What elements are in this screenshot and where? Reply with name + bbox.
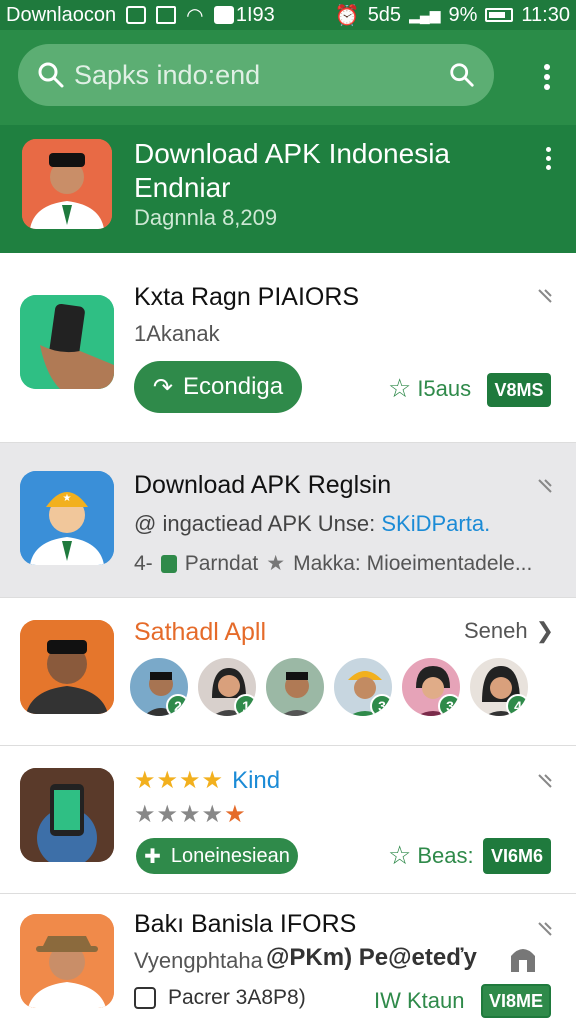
avatar-badge: 1 [234, 694, 256, 716]
star-outline-icon: ☆ [388, 840, 412, 870]
avatar[interactable]: 3 [332, 656, 394, 718]
rating-1: ☆ I5aus [388, 373, 471, 404]
avatar-row: 2 1 3 3 4 [128, 656, 530, 718]
avatar[interactable]: 1 [196, 656, 258, 718]
install-button-4[interactable]: ✚ Loneinesiean [136, 838, 298, 874]
app-card-1[interactable]: Kxta Ragn PIAIORS 1Akanak ↷ Econdiga ☆ I… [0, 253, 576, 443]
avatar-badge: 4 [506, 694, 528, 716]
app-card-4[interactable]: ★★★★ Kind ★★★★★ ✚ Loneinesiean ☆ Beas: V… [0, 746, 576, 894]
app-thumbnail-4 [20, 768, 114, 862]
chevron-right-icon: ❯ [535, 618, 554, 643]
status-app-name: Downlaocon [6, 3, 117, 26]
rating-label-4: Beas: [417, 842, 474, 868]
app-title-2: Download APK Reglsin [134, 471, 392, 499]
wifi-icon: ◠ [186, 4, 204, 27]
featured-app-subtitle: Dagnnla 8,209 [134, 205, 278, 230]
alarm-icon: ⏰ [334, 4, 360, 27]
featured-more-icon[interactable] [538, 147, 558, 170]
rating-text: Kind [232, 766, 281, 794]
app-title-1: Kxta Ragn PIAIORS [134, 283, 360, 311]
meta-prefix: 4- [134, 551, 153, 575]
notification-icon [126, 6, 147, 24]
avatar[interactable]: 2 [128, 656, 190, 718]
search-submit-icon[interactable] [448, 61, 476, 89]
download-button-1[interactable]: ↷ Econdiga [134, 361, 302, 413]
install-button-label: Loneinesiean [170, 844, 290, 867]
star-rating-icon: ★★★★ [134, 767, 225, 794]
status-clock: 11:30 [521, 3, 570, 26]
overflow-menu-icon[interactable] [537, 64, 557, 90]
app-subtitle-1: 1Akanak [134, 321, 220, 346]
app-description-2: @ ingactiead APK Unse: SKiDParta. [134, 511, 490, 537]
secondary-stars-icon: ★★★★★ [134, 801, 247, 828]
category-icon [160, 554, 177, 573]
meta-row-5: Pacrer 3A8P8) [134, 986, 306, 1010]
app-thumbnail-1 [20, 295, 114, 389]
lock-icon [511, 949, 535, 972]
battery-icon [485, 8, 514, 22]
options-icon[interactable] [536, 920, 554, 938]
see-more-label: Seneh [463, 618, 528, 643]
app-bar [0, 30, 576, 125]
search-input[interactable] [74, 59, 448, 91]
avatar-badge: 3 [370, 694, 392, 716]
search-bar[interactable] [18, 44, 494, 106]
app-thumbnail-5 [20, 914, 114, 1008]
avatar[interactable]: 3 [400, 656, 462, 718]
options-icon[interactable] [536, 287, 554, 305]
avatar-badge: 2 [166, 694, 188, 716]
svg-text:★: ★ [63, 493, 72, 504]
app-card-3[interactable]: Sathadl Apll Seneh ❯ 2 1 3 3 4 [0, 598, 576, 746]
star-icon: ★ [266, 552, 286, 575]
star-outline-icon: ☆ [388, 373, 412, 403]
meta-label-5: Pacrer 3A8P8) [168, 986, 306, 1009]
section-title-3: Sathadl Apll [134, 618, 267, 646]
signal-bars-icon: ▂▄▆ [409, 6, 441, 23]
avatar[interactable]: 4 [468, 656, 530, 718]
featured-app-title: Download APK Indonesia Endniar [134, 138, 450, 203]
app-thumbnail-3 [20, 620, 114, 714]
watermark-text: @PKm) Pe@eteďy [266, 944, 477, 971]
plus-icon: ✚ [144, 845, 161, 868]
version-tag-4: VI6M6 [483, 838, 551, 874]
qr-notification-icon [156, 6, 177, 24]
app-thumbnail-2: ★ [20, 471, 114, 565]
search-icon [36, 60, 66, 90]
download-arrow-icon: ↷ [152, 373, 174, 401]
app-meta-2: 4- Parndat ★ Makka: Mioeimentadele... [134, 551, 532, 576]
image-icon [134, 987, 156, 1009]
status-center-time: 1I93 [235, 3, 275, 26]
rating-row: ★★★★ Kind [134, 766, 280, 795]
app-title-5: Bakı Banisla IFORS [134, 910, 357, 938]
app-description-text: @ ingactiead APK Unse: [134, 511, 382, 536]
rating-5: IW Ktаun [374, 988, 465, 1013]
status-bar: Downlaocon ◠ 1I93 ⏰ 5d5 ▂▄▆ 9% 11:30 [0, 0, 576, 30]
options-icon[interactable] [536, 477, 554, 495]
avatar[interactable] [264, 656, 326, 718]
mute-notification-icon [213, 6, 234, 24]
signal-text: 5d5 [367, 3, 402, 26]
avatar-badge: 3 [438, 694, 460, 716]
rating-label-1: I5aus [417, 375, 472, 401]
featured-app-thumbnail [22, 139, 112, 229]
meta-category: Parndat [184, 551, 259, 575]
rating-4: ☆ Beas: [388, 840, 474, 871]
see-more-link[interactable]: Seneh ❯ [464, 618, 554, 644]
app-card-5[interactable]: Bakı Banisla IFORS Vyengphtaha @PKm) Pe@… [0, 894, 576, 1024]
options-icon[interactable] [536, 772, 554, 790]
meta-rest: Makka: Mioeimentadele... [293, 551, 533, 575]
app-card-2[interactable]: ★ Download APK Reglsin @ ingactiead APK … [0, 443, 576, 598]
battery-percent: 9% [448, 3, 478, 26]
version-tag-5: VI8ME [481, 984, 551, 1018]
featured-app-card[interactable]: Download APK Indonesia Endniar Dagnnla 8… [0, 125, 576, 253]
app-subtitle-5: Vyengphtaha [134, 948, 263, 973]
download-button-label: Econdiga [183, 373, 284, 400]
app-description-link[interactable]: SKiDParta. [381, 511, 490, 536]
version-tag-1: V8MS [487, 373, 551, 407]
